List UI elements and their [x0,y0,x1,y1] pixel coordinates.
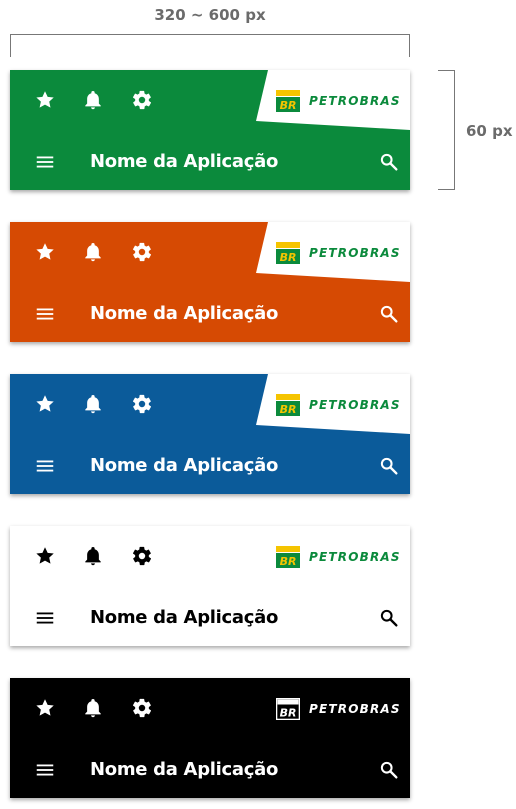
menu-icon[interactable] [34,151,56,173]
app-title: Nome da Aplicação [90,455,279,476]
brand-name: PETROBRAS [309,246,401,260]
gear-icon[interactable] [131,545,153,567]
gear-icon[interactable] [131,241,153,263]
star-icon[interactable] [34,89,56,111]
svg-text:BR: BR [280,403,297,416]
svg-text:BR: BR [280,251,297,264]
menu-icon[interactable] [34,759,56,781]
menu-icon[interactable] [34,303,56,325]
app-title: Nome da Aplicação [90,759,279,780]
petrobras-logo: BR PETROBRAS [276,242,401,264]
brand-name: PETROBRAS [309,94,401,108]
search-icon[interactable] [378,759,400,781]
gear-icon[interactable] [131,697,153,719]
search-icon[interactable] [378,455,400,477]
bell-icon[interactable] [82,393,104,415]
br-logo-icon: BR [276,242,300,264]
star-icon[interactable] [34,697,56,719]
menu-icon[interactable] [34,607,56,629]
svg-text:BR: BR [280,707,297,720]
app-bar-white: Nome da Aplicação BR PETROBRAS [10,526,410,646]
height-dimension-label: 60 px [466,122,513,140]
search-icon[interactable] [378,303,400,325]
br-logo-icon: BR [276,698,300,720]
svg-text:BR: BR [280,555,297,568]
bell-icon[interactable] [82,89,104,111]
app-bar-blue: Nome da Aplicação BR PETROBRAS [10,374,410,494]
width-dimension-bracket [10,34,410,57]
br-logo-icon: BR [276,90,300,112]
star-icon[interactable] [34,393,56,415]
star-icon[interactable] [34,241,56,263]
search-icon[interactable] [378,151,400,173]
gear-icon[interactable] [131,89,153,111]
height-dimension-bracket [438,70,455,190]
petrobras-logo: BR PETROBRAS [276,394,401,416]
app-title: Nome da Aplicação [90,151,279,172]
app-title: Nome da Aplicação [90,607,279,628]
svg-text:BR: BR [280,99,297,112]
star-icon[interactable] [34,545,56,567]
menu-icon[interactable] [34,455,56,477]
petrobras-logo: BR PETROBRAS [276,546,401,568]
app-title: Nome da Aplicação [90,303,279,324]
app-bar-green: Nome da Aplicação BR PETROBRAS [10,70,410,190]
brand-name: PETROBRAS [309,702,401,716]
bell-icon[interactable] [82,241,104,263]
brand-name: PETROBRAS [309,550,401,564]
bell-icon[interactable] [82,545,104,567]
petrobras-logo: BR PETROBRAS [276,90,401,112]
search-icon[interactable] [378,607,400,629]
br-logo-icon: BR [276,394,300,416]
app-bar-orange: Nome da Aplicação BR PETROBRAS [10,222,410,342]
width-dimension-label: 320 ~ 600 px [154,6,266,24]
app-bar-black: Nome da Aplicação BR PETROBRAS [10,678,410,798]
gear-icon[interactable] [131,393,153,415]
br-logo-icon: BR [276,546,300,568]
bell-icon[interactable] [82,697,104,719]
brand-name: PETROBRAS [309,398,401,412]
petrobras-logo: BR PETROBRAS [276,698,401,720]
